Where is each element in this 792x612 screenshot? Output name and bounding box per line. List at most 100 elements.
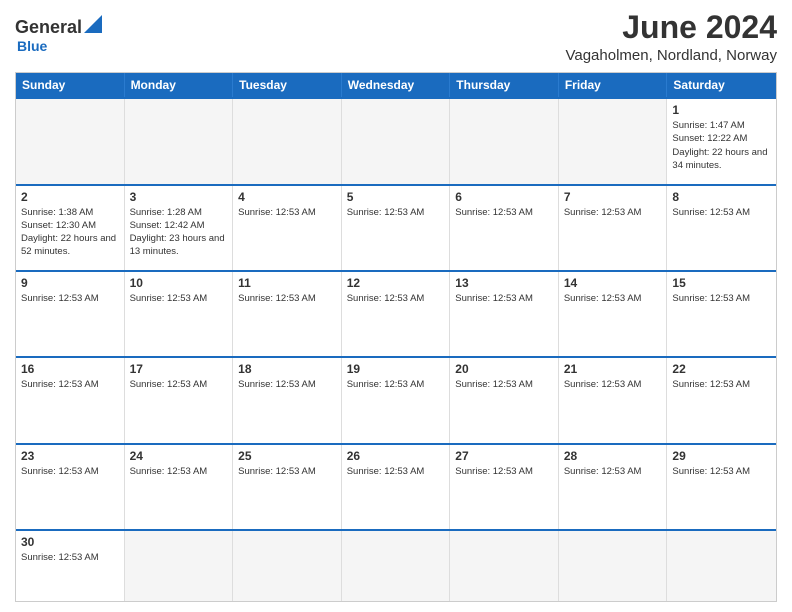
day-info: Sunrise: 1:47 AM Sunset: 12:22 AM Daylig… bbox=[672, 119, 771, 172]
day-number: 29 bbox=[672, 449, 771, 463]
day-number: 27 bbox=[455, 449, 553, 463]
calendar-cell-0-6: 1 Sunrise: 1:47 AM Sunset: 12:22 AM Dayli… bbox=[667, 99, 776, 183]
day-info: Sunrise: 12:53 AM bbox=[455, 206, 553, 219]
calendar-cell-5-6 bbox=[667, 531, 776, 601]
calendar-cell-4-5: 28 Sunrise: 12:53 AM bbox=[559, 445, 668, 529]
day-number: 9 bbox=[21, 276, 119, 290]
day-info: Sunrise: 12:53 AM bbox=[455, 292, 553, 305]
day-info: Sunrise: 12:53 AM bbox=[564, 378, 662, 391]
day-info: Sunrise: 1:38 AM Sunset: 12:30 AM Daylig… bbox=[21, 206, 119, 259]
calendar-cell-4-3: 26 Sunrise: 12:53 AM bbox=[342, 445, 451, 529]
day-info: Sunrise: 12:53 AM bbox=[564, 465, 662, 478]
calendar-row-4: 23Sunrise: 12:53 AM24Sunrise: 12:53 AM25… bbox=[16, 443, 776, 529]
location: Vagaholmen, Nordland, Norway bbox=[565, 47, 777, 64]
calendar-row-2: 9Sunrise: 12:53 AM10Sunrise: 12:53 AM11S… bbox=[16, 270, 776, 356]
day-info: Sunrise: 12:53 AM bbox=[347, 206, 445, 219]
day-info: Sunrise: 12:53 AM bbox=[130, 378, 228, 391]
day-number: 17 bbox=[130, 362, 228, 376]
day-info: Sunrise: 12:53 AM bbox=[238, 206, 336, 219]
calendar-cell-2-0: 9 Sunrise: 12:53 AM bbox=[16, 272, 125, 356]
day-info: Sunrise: 12:53 AM bbox=[21, 465, 119, 478]
calendar-cell-2-6: 15 Sunrise: 12:53 AM bbox=[667, 272, 776, 356]
calendar-cell-3-2: 18 Sunrise: 12:53 AM bbox=[233, 358, 342, 442]
calendar-cell-4-4: 27Sunrise: 12:53 AM bbox=[450, 445, 559, 529]
calendar-cell-5-4 bbox=[450, 531, 559, 601]
calendar-cell-3-5: 21Sunrise: 12:53 AM bbox=[559, 358, 668, 442]
day-number: 1 bbox=[672, 103, 771, 117]
day-number: 22 bbox=[672, 362, 771, 376]
weekday-header-tuesday: Tuesday bbox=[233, 73, 342, 97]
day-info: Sunrise: 12:53 AM bbox=[347, 378, 445, 391]
page: General Blue June 2024 Vagaholmen, Nordl… bbox=[0, 0, 792, 612]
day-number: 19 bbox=[347, 362, 445, 376]
calendar-cell-1-4: 6 Sunrise: 12:53 AM bbox=[450, 186, 559, 270]
calendar-cell-5-0: 30Sunrise: 12:53 AM bbox=[16, 531, 125, 601]
day-info: Sunrise: 12:53 AM bbox=[564, 292, 662, 305]
month-year: June 2024 bbox=[565, 10, 777, 45]
day-number: 26 bbox=[347, 449, 445, 463]
calendar-cell-1-3: 5 Sunrise: 12:53 AM bbox=[342, 186, 451, 270]
weekday-header-wednesday: Wednesday bbox=[342, 73, 451, 97]
day-info: Sunrise: 12:53 AM bbox=[21, 378, 119, 391]
day-info: Sunrise: 12:53 AM bbox=[130, 292, 228, 305]
calendar-cell-0-4 bbox=[450, 99, 559, 183]
logo: General Blue bbox=[15, 15, 102, 54]
day-number: 23 bbox=[21, 449, 119, 463]
weekday-header-monday: Monday bbox=[125, 73, 234, 97]
day-number: 28 bbox=[564, 449, 662, 463]
calendar-row-0: 1 Sunrise: 1:47 AM Sunset: 12:22 AM Dayli… bbox=[16, 97, 776, 183]
day-number: 16 bbox=[21, 362, 119, 376]
day-number: 6 bbox=[455, 190, 553, 204]
calendar-cell-3-1: 17 Sunrise: 12:53 AM bbox=[125, 358, 234, 442]
calendar-cell-4-6: 29 Sunrise: 12:53 AM bbox=[667, 445, 776, 529]
calendar-cell-0-3 bbox=[342, 99, 451, 183]
day-number: 8 bbox=[672, 190, 771, 204]
calendar-cell-1-0: 2 Sunrise: 1:38 AM Sunset: 12:30 AM Dayli… bbox=[16, 186, 125, 270]
calendar: SundayMondayTuesdayWednesdayThursdayFrid… bbox=[15, 72, 777, 602]
weekday-header-friday: Friday bbox=[559, 73, 668, 97]
calendar-cell-1-6: 8 Sunrise: 12:53 AM bbox=[667, 186, 776, 270]
calendar-header: SundayMondayTuesdayWednesdayThursdayFrid… bbox=[16, 73, 776, 97]
day-info: Sunrise: 12:53 AM bbox=[238, 465, 336, 478]
title-area: June 2024 Vagaholmen, Nordland, Norway bbox=[565, 10, 777, 64]
calendar-cell-2-3: 12Sunrise: 12:53 AM bbox=[342, 272, 451, 356]
day-info: Sunrise: 12:53 AM bbox=[672, 292, 771, 305]
calendar-cell-3-0: 16 Sunrise: 12:53 AM bbox=[16, 358, 125, 442]
weekday-header-thursday: Thursday bbox=[450, 73, 559, 97]
day-number: 3 bbox=[130, 190, 228, 204]
calendar-cell-1-1: 3 Sunrise: 1:28 AM Sunset: 12:42 AM Dayli… bbox=[125, 186, 234, 270]
day-number: 5 bbox=[347, 190, 445, 204]
day-number: 10 bbox=[130, 276, 228, 290]
day-info: Sunrise: 12:53 AM bbox=[238, 378, 336, 391]
day-info: Sunrise: 12:53 AM bbox=[347, 292, 445, 305]
day-info: Sunrise: 12:53 AM bbox=[238, 292, 336, 305]
calendar-cell-2-1: 10 Sunrise: 12:53 AM bbox=[125, 272, 234, 356]
day-number: 2 bbox=[21, 190, 119, 204]
calendar-cell-1-2: 4 Sunrise: 12:53 AM bbox=[233, 186, 342, 270]
day-number: 15 bbox=[672, 276, 771, 290]
day-info: Sunrise: 12:53 AM bbox=[347, 465, 445, 478]
day-number: 7 bbox=[564, 190, 662, 204]
calendar-cell-2-4: 13Sunrise: 12:53 AM bbox=[450, 272, 559, 356]
day-info: Sunrise: 12:53 AM bbox=[672, 465, 771, 478]
day-info: Sunrise: 1:28 AM Sunset: 12:42 AM Daylig… bbox=[130, 206, 228, 259]
day-number: 14 bbox=[564, 276, 662, 290]
calendar-row-3: 16Sunrise: 12:53 AM17Sunrise: 12:53 AM18… bbox=[16, 356, 776, 442]
calendar-cell-5-5 bbox=[559, 531, 668, 601]
day-info: Sunrise: 12:53 AM bbox=[130, 465, 228, 478]
day-info: Sunrise: 12:53 AM bbox=[672, 206, 771, 219]
weekday-header-saturday: Saturday bbox=[667, 73, 776, 97]
day-number: 24 bbox=[130, 449, 228, 463]
calendar-cell-3-6: 22Sunrise: 12:53 AM bbox=[667, 358, 776, 442]
day-number: 20 bbox=[455, 362, 553, 376]
calendar-cell-5-2 bbox=[233, 531, 342, 601]
logo-general: General bbox=[15, 18, 82, 36]
day-info: Sunrise: 12:53 AM bbox=[21, 292, 119, 305]
day-number: 18 bbox=[238, 362, 336, 376]
day-info: Sunrise: 12:53 AM bbox=[455, 378, 553, 391]
calendar-cell-0-2 bbox=[233, 99, 342, 183]
calendar-row-1: 2 Sunrise: 1:38 AM Sunset: 12:30 AM Dayli… bbox=[16, 184, 776, 270]
weekday-header-sunday: Sunday bbox=[16, 73, 125, 97]
calendar-cell-4-1: 24 Sunrise: 12:53 AM bbox=[125, 445, 234, 529]
day-number: 4 bbox=[238, 190, 336, 204]
